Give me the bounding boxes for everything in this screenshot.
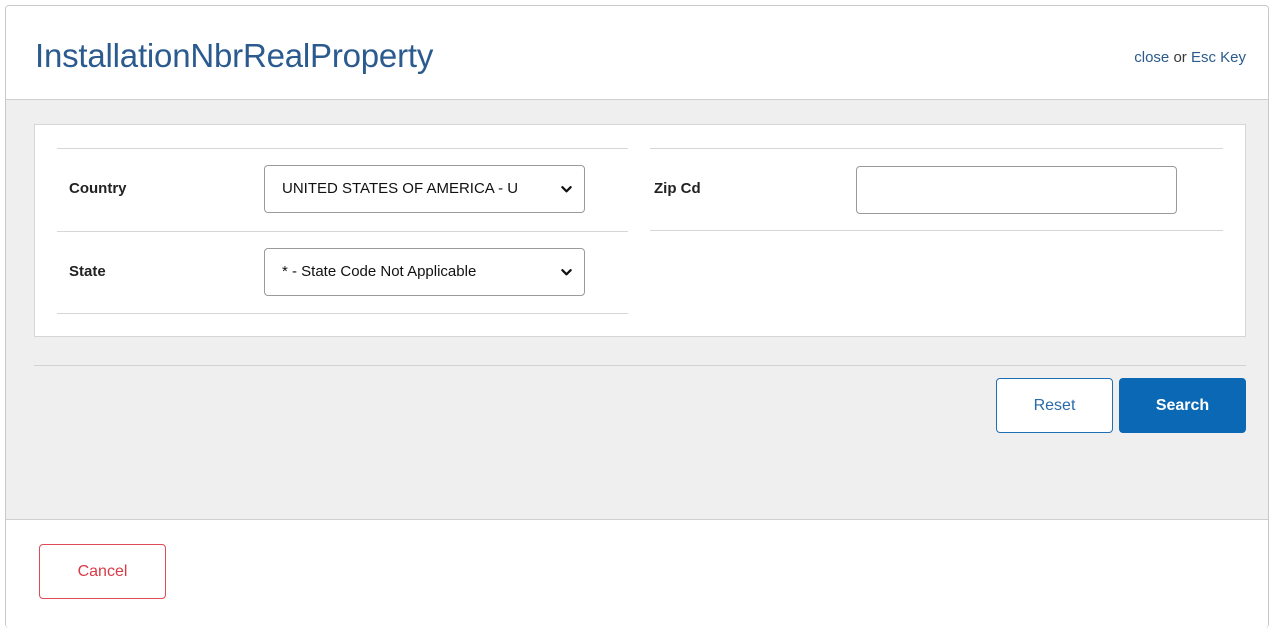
- cancel-button[interactable]: Cancel: [39, 544, 166, 599]
- zip-input[interactable]: [856, 166, 1177, 214]
- search-form-panel: Country UNITED STATES OF AMERICA - U Sta…: [34, 124, 1246, 337]
- search-button[interactable]: Search: [1119, 378, 1246, 433]
- dialog-footer: Cancel: [6, 521, 1268, 628]
- esc-key-text[interactable]: Esc Key: [1191, 49, 1246, 66]
- form-column-left: Country UNITED STATES OF AMERICA - U Sta…: [57, 148, 628, 314]
- zip-label: Zip Cd: [654, 180, 701, 197]
- actions-divider: [34, 365, 1246, 366]
- chevron-down-icon: [561, 186, 572, 193]
- close-link[interactable]: close or Esc Key: [1134, 49, 1246, 66]
- state-select-value: * - State Code Not Applicable: [282, 263, 477, 280]
- country-row: Country UNITED STATES OF AMERICA - U: [57, 148, 628, 231]
- dialog-title: InstallationNbrRealProperty: [35, 37, 434, 74]
- close-text[interactable]: close: [1134, 49, 1169, 66]
- state-select[interactable]: * - State Code Not Applicable: [264, 248, 585, 296]
- close-separator: or: [1169, 49, 1191, 66]
- state-row: State * - State Code Not Applicable: [57, 231, 628, 314]
- search-dialog: InstallationNbrRealProperty close or Esc…: [5, 5, 1269, 628]
- reset-button[interactable]: Reset: [996, 378, 1113, 433]
- zip-row: Zip Cd: [650, 148, 1223, 231]
- state-label: State: [69, 263, 106, 280]
- country-select[interactable]: UNITED STATES OF AMERICA - U: [264, 165, 585, 213]
- country-label: Country: [69, 180, 127, 197]
- form-column-right: Zip Cd: [650, 148, 1223, 231]
- country-select-value: UNITED STATES OF AMERICA - U: [282, 180, 519, 197]
- dialog-body: Country UNITED STATES OF AMERICA - U Sta…: [6, 100, 1268, 520]
- chevron-down-icon: [561, 269, 572, 276]
- dialog-header: InstallationNbrRealProperty close or Esc…: [6, 6, 1268, 100]
